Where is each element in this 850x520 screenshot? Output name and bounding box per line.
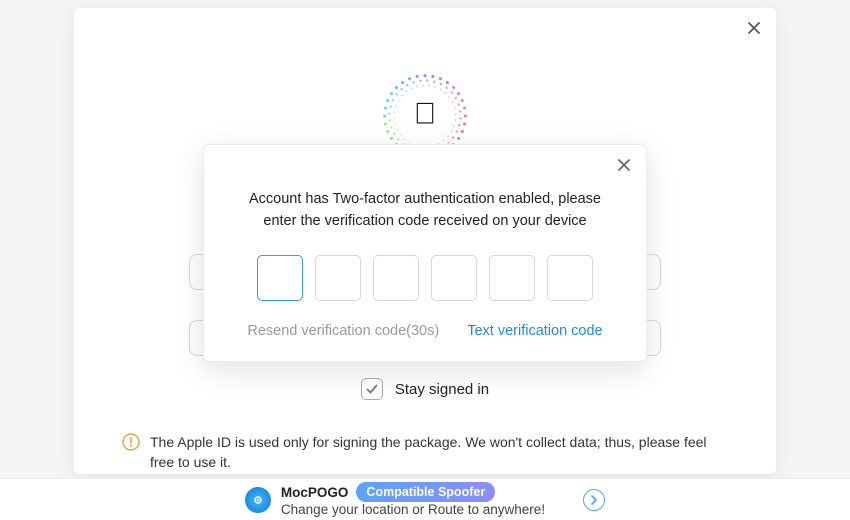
signin-window:  I Stay signed in The Apple ID is used … (74, 8, 776, 474)
modal-actions: Resend verification code(30s) Text verif… (228, 323, 622, 339)
stay-signed-in-row: Stay signed in (74, 378, 776, 400)
text-code-button[interactable]: Text verification code (467, 323, 602, 339)
ad-go-button[interactable] (583, 489, 605, 511)
resend-code-button: Resend verification code(30s) (247, 323, 439, 339)
code-digit-1[interactable] (257, 255, 303, 301)
ad-brand: MocPOGO (281, 485, 349, 500)
code-digit-6[interactable] (547, 255, 593, 301)
modal-message: Account has Two-factor authentication en… (228, 189, 622, 233)
close-icon[interactable] (746, 20, 762, 36)
footer-ad: MocPOGO Compatible Spoofer Change your l… (0, 478, 850, 520)
ad-tagline: Change your location or Route to anywher… (281, 502, 545, 517)
close-icon[interactable] (616, 157, 632, 173)
check-icon (365, 382, 379, 396)
mocpogo-icon (245, 487, 271, 513)
code-digit-3[interactable] (373, 255, 419, 301)
apple-icon:  (414, 97, 437, 131)
chevron-right-icon (589, 495, 599, 505)
stay-signed-in-checkbox[interactable] (361, 378, 383, 400)
two-factor-modal: Account has Two-factor authentication en… (203, 144, 647, 362)
verification-code-row (228, 255, 622, 301)
code-digit-2[interactable] (315, 255, 361, 301)
code-digit-4[interactable] (431, 255, 477, 301)
ad-pill: Compatible Spoofer (356, 482, 495, 502)
disclaimer: The Apple ID is used only for signing th… (122, 432, 728, 473)
stay-signed-in-label: Stay signed in (395, 381, 489, 398)
warning-icon (122, 433, 140, 473)
ad-text-block: MocPOGO Compatible Spoofer Change your l… (281, 482, 545, 517)
disclaimer-text: The Apple ID is used only for signing th… (150, 432, 728, 473)
code-digit-5[interactable] (489, 255, 535, 301)
